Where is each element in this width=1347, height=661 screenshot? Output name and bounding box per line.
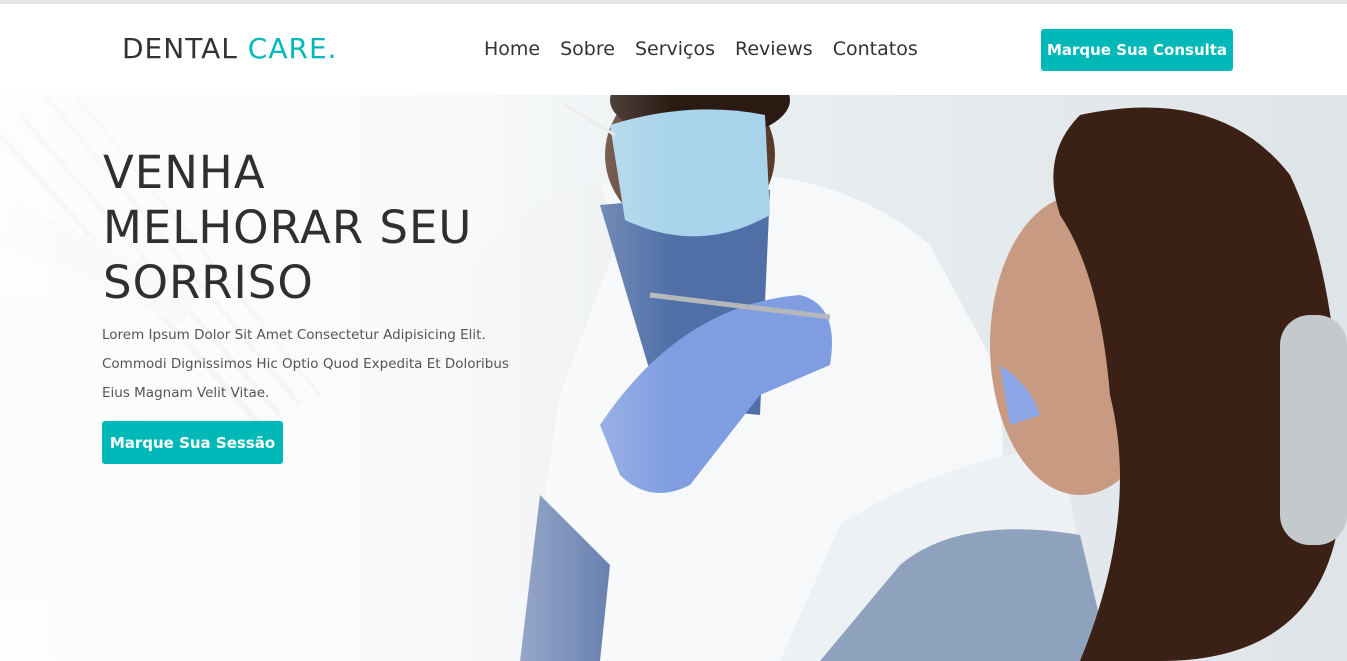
nav-reviews[interactable]: Reviews xyxy=(735,38,813,60)
hero-heading: VENHA MELHORAR SEU SORRISO xyxy=(103,145,523,310)
hero-heading-line-2: MELHORAR SEU xyxy=(103,201,473,254)
site-header: DENTAL CARE. Home Sobre Serviços Reviews… xyxy=(0,5,1347,95)
book-consultation-button[interactable]: Marque Sua Consulta xyxy=(1041,29,1233,71)
main-navigation: Home Sobre Serviços Reviews Contatos xyxy=(484,38,918,60)
hero-heading-line-3: SORRISO xyxy=(103,256,314,309)
logo-main-text: DENTAL xyxy=(122,32,248,65)
hero-heading-line-1: VENHA xyxy=(103,146,266,199)
site-logo[interactable]: DENTAL CARE. xyxy=(122,32,338,65)
hero-section: VENHA MELHORAR SEU SORRISO Lorem Ipsum D… xyxy=(0,95,1347,661)
nav-contatos[interactable]: Contatos xyxy=(833,38,918,60)
hero-description: Lorem Ipsum Dolor Sit Amet Consectetur A… xyxy=(102,327,509,401)
logo-accent-text: CARE. xyxy=(247,32,338,65)
nav-home[interactable]: Home xyxy=(484,38,540,60)
book-session-button[interactable]: Marque Sua Sessão xyxy=(102,421,283,464)
nav-servicos[interactable]: Serviços xyxy=(635,38,715,60)
nav-sobre[interactable]: Sobre xyxy=(560,38,615,60)
